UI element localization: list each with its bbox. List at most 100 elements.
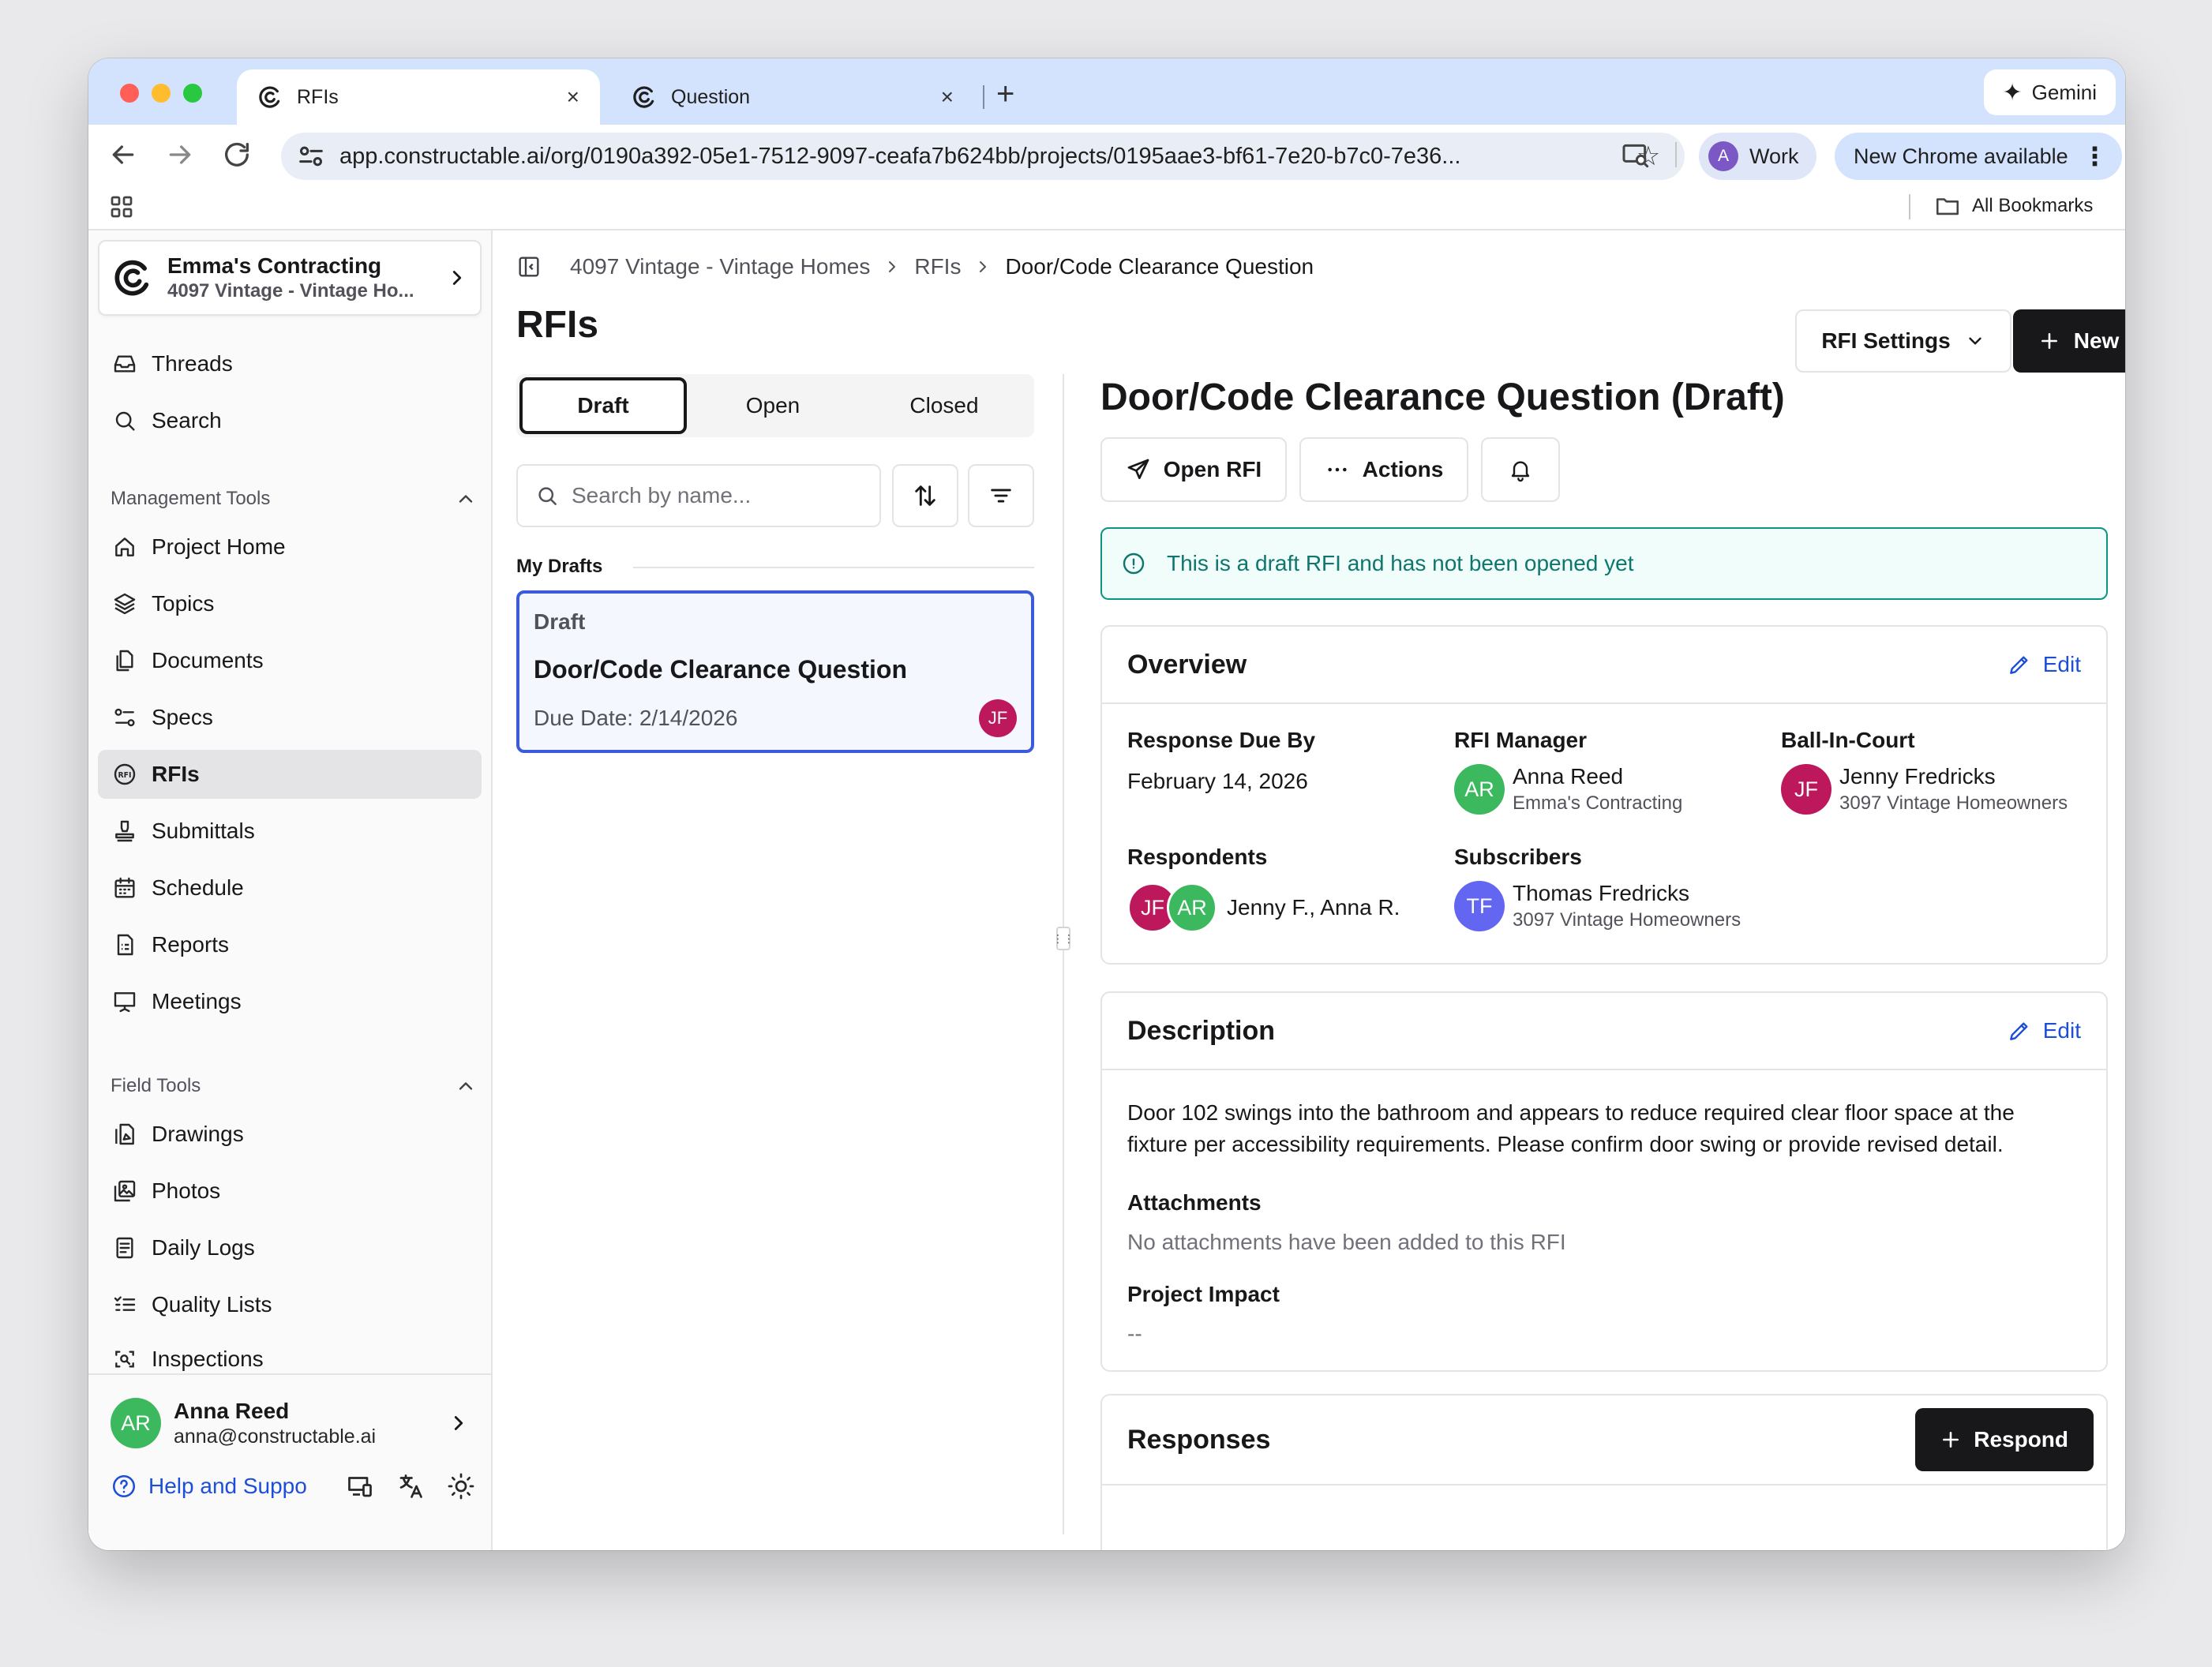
sidebar-item-drawings[interactable]: Drawings	[98, 1110, 482, 1159]
overview-heading: Overview	[1127, 649, 1247, 680]
tab-closed[interactable]: Closed	[857, 377, 1031, 434]
address-bar[interactable]: app.constructable.ai/org/0190a392-05e1-7…	[281, 133, 1685, 180]
description-header: Description Edit	[1102, 993, 2106, 1070]
tab-rfis[interactable]: RFIs ×	[237, 69, 600, 125]
sidebar-item-specs[interactable]: Specs	[98, 693, 482, 742]
plus-icon	[1943, 1432, 1959, 1448]
reload-icon[interactable]	[221, 139, 253, 170]
notifications-button[interactable]	[1481, 437, 1560, 502]
breadcrumb-rfis[interactable]: RFIs	[914, 254, 961, 279]
sun-icon[interactable]	[447, 1472, 475, 1500]
tab-strip: RFIs × Question × + ✦ Gemini	[88, 58, 2125, 125]
back-arrow-icon[interactable]	[107, 139, 139, 170]
new-tab-button[interactable]: +	[996, 74, 1014, 114]
sidebar-item-threads[interactable]: Threads	[98, 339, 482, 388]
bookmarks-bar: All Bookmarks	[88, 183, 2125, 230]
site-settings-icon[interactable]	[295, 140, 327, 172]
management-tools-header[interactable]: Management Tools	[111, 488, 480, 510]
search-icon	[115, 411, 135, 431]
sidebar-toggle-icon[interactable]	[516, 254, 542, 279]
sidebar-item-project-home[interactable]: Project Home	[98, 523, 482, 571]
info-circle-icon	[1123, 553, 1145, 575]
response-due-field: Response Due By February 14, 2026	[1127, 728, 1443, 794]
gemini-button[interactable]: ✦ Gemini	[1983, 69, 2116, 115]
tab-label: Open	[745, 393, 800, 418]
close-icon[interactable]: ×	[941, 84, 954, 110]
all-bookmarks-button[interactable]: All Bookmarks	[1934, 189, 2093, 223]
open-rfi-button[interactable]: Open RFI	[1100, 437, 1287, 502]
avatar: AR	[111, 1398, 161, 1448]
person-name: Anna Reed	[1513, 764, 1624, 789]
profile-button[interactable]: A Work	[1699, 133, 1816, 180]
sidebar-item-rfis[interactable]: RFI RFIs	[98, 750, 482, 799]
rfi-icon: RFI	[114, 763, 136, 785]
user-menu[interactable]: AR Anna Reed anna@constructable.ai	[111, 1395, 482, 1451]
filter-button[interactable]	[968, 464, 1034, 527]
sidebar-item-inspections[interactable]: Inspections	[98, 1337, 482, 1373]
tab-open[interactable]: Open	[692, 377, 854, 434]
help-link[interactable]: Help and Suppo	[111, 1473, 324, 1500]
search-input[interactable]: Search by name...	[516, 464, 881, 527]
all-bookmarks-label: All Bookmarks	[1972, 195, 2094, 216]
sidebar-item-daily-logs[interactable]: Daily Logs	[98, 1223, 482, 1272]
response-due-value: February 14, 2026	[1127, 769, 1308, 793]
folder-icon	[1936, 198, 1959, 215]
sidebar-item-submittals[interactable]: Submittals	[98, 807, 482, 856]
respond-button[interactable]: Respond	[1915, 1408, 2094, 1471]
chrome-update-button[interactable]: New Chrome available ⋮	[1835, 133, 2122, 180]
edit-overview-button[interactable]: Edit	[2007, 652, 2081, 677]
description-text: Door 102 swings into the bathroom and ap…	[1127, 1100, 2015, 1156]
person-name: Thomas Fredricks	[1513, 881, 1690, 905]
sidebar-item-meetings[interactable]: Meetings	[98, 977, 482, 1026]
respond-label: Respond	[1974, 1427, 2068, 1452]
app: Emma's Contracting 4097 Vintage - Vintag…	[88, 230, 2125, 1550]
respondents-field: Respondents JF AR Jenny F., Anna R.	[1127, 845, 1443, 933]
edit-description-button[interactable]: Edit	[2007, 1018, 2081, 1043]
url-text: app.constructable.ai/org/0190a392-05e1-7…	[339, 143, 1461, 169]
report-icon	[117, 934, 133, 956]
tab-label: Closed	[909, 393, 979, 418]
resize-handle[interactable]: ⋮⋮	[1052, 927, 1074, 950]
breadcrumb-project[interactable]: 4097 Vintage - Vintage Homes	[570, 254, 870, 279]
sidebar-item-photos[interactable]: Photos	[98, 1167, 482, 1216]
rfi-card-status: Draft	[534, 609, 586, 634]
help-circle-icon	[112, 1474, 136, 1498]
new-rfi-button[interactable]: New RFI	[2013, 309, 2125, 373]
forward-arrow-icon[interactable]	[164, 139, 196, 170]
tab-title: Question	[671, 85, 751, 108]
rfi-detail-title: Door/Code Clearance Question (Draft)	[1100, 376, 1785, 418]
actions-button[interactable]: Actions	[1299, 437, 1468, 502]
sidebar-item-label: Drawings	[152, 1122, 244, 1146]
sidebar-item-label: Documents	[152, 648, 264, 672]
avatar: JF	[1781, 764, 1831, 815]
devices-icon[interactable]	[346, 1472, 374, 1500]
close-window-button[interactable]	[120, 84, 139, 103]
checklist-icon	[114, 1296, 136, 1311]
utility-row: Help and Suppo	[111, 1468, 482, 1504]
sidebar-item-label: Photos	[152, 1178, 221, 1203]
rfi-settings-button[interactable]: RFI Settings	[1795, 309, 2011, 373]
rfi-card[interactable]: Draft Door/Code Clearance Question Due D…	[516, 590, 1034, 753]
sidebar-item-quality-lists[interactable]: Quality Lists	[98, 1280, 482, 1329]
sidebar-item-label: Daily Logs	[152, 1235, 255, 1260]
respondent-names: Jenny F., Anna R.	[1227, 895, 1400, 920]
apps-grid-icon[interactable]	[107, 193, 136, 221]
field-tools-header[interactable]: Field Tools	[111, 1075, 480, 1097]
tab-question[interactable]: Question ×	[611, 69, 974, 125]
search-tabs-icon[interactable]	[1620, 139, 1652, 170]
translate-icon[interactable]	[396, 1472, 425, 1500]
tab-draft[interactable]: Draft	[519, 377, 687, 434]
close-icon[interactable]: ×	[567, 84, 579, 110]
search-icon	[538, 487, 557, 505]
chevron-up-icon	[459, 1082, 473, 1090]
minimize-window-button[interactable]	[152, 84, 171, 103]
sidebar-item-documents[interactable]: Documents	[98, 636, 482, 685]
sort-button[interactable]	[892, 464, 958, 527]
sidebar-item-reports[interactable]: Reports	[98, 920, 482, 969]
sidebar-item-schedule[interactable]: Schedule	[98, 863, 482, 912]
zoom-window-button[interactable]	[183, 84, 202, 103]
sidebar-item-topics[interactable]: Topics	[98, 579, 482, 628]
sidebar-item-search[interactable]: Search	[98, 396, 482, 445]
toolbar-separator	[1675, 142, 1677, 167]
project-switcher[interactable]: Emma's Contracting 4097 Vintage - Vintag…	[98, 240, 482, 316]
